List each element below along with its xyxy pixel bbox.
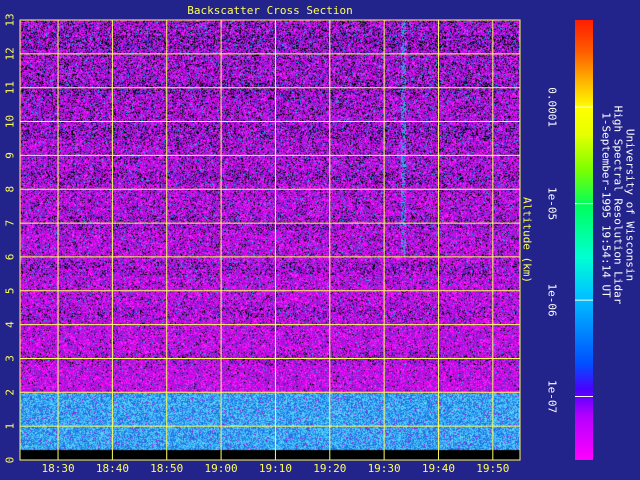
- chart-title: Backscatter Cross Section: [187, 4, 353, 17]
- y-tick-label: 2: [4, 389, 17, 396]
- y-tick-label: 1: [4, 423, 17, 430]
- plot-area: [20, 20, 520, 460]
- y-tick-label: 3: [4, 355, 17, 362]
- x-tick-label: 18:30: [41, 462, 74, 475]
- colorbar-tick-label: 1e-07: [546, 380, 559, 413]
- colorbar-tick-label: 1e-05: [546, 187, 559, 220]
- x-tick-label: 19:30: [368, 462, 401, 475]
- colorbar-tick-label: 1e-06: [546, 284, 559, 317]
- x-tick-label: 19:20: [313, 462, 346, 475]
- y-axis-label: Altitude (km): [521, 197, 534, 283]
- x-tick-label: 19:40: [422, 462, 455, 475]
- backscatter-chart: Backscatter Cross Section 18:30 18:40 18:5…: [4, 4, 637, 475]
- colorbar-gradient: [575, 20, 593, 460]
- y-tick-label: 11: [4, 81, 17, 94]
- y-tick-label: 4: [4, 321, 17, 328]
- x-tick-label: 19:10: [259, 462, 292, 475]
- y-tick-label: 5: [4, 287, 17, 294]
- y-tick-label: 8: [4, 186, 17, 193]
- y-tick-label: 10: [4, 115, 17, 128]
- y-tick-label: 9: [4, 152, 17, 159]
- colorbar: 1e-07 1e-06 1e-05 0.0001: [546, 20, 593, 460]
- x-tick-label: 18:40: [96, 462, 129, 475]
- colorbar-tick-label: 0.0001: [546, 87, 559, 127]
- y-tick-label: 6: [4, 254, 17, 261]
- heatmap-image: [20, 20, 520, 460]
- y-tick-label: 13: [4, 13, 17, 26]
- x-tick-label: 19:00: [205, 462, 238, 475]
- y-tick-label: 12: [4, 47, 17, 60]
- y-tick-label: 0: [4, 457, 17, 464]
- x-axis-ticks: 18:30 18:40 18:50 19:00 19:10 19:20 19:30 19:40…: [41, 462, 509, 475]
- credits: University of WisconsinHigh Spectral Res…: [600, 106, 637, 305]
- y-tick-label: 7: [4, 220, 17, 227]
- credit-line: 1-September-1995 19:54:14 UT: [600, 112, 613, 298]
- y-axis-ticks: 012345678910111213: [4, 13, 17, 463]
- x-tick-label: 19:50: [476, 462, 509, 475]
- x-tick-label: 18:50: [150, 462, 183, 475]
- lidar-figure: Backscatter Cross Section 18:30 18:40 18:5…: [0, 0, 640, 480]
